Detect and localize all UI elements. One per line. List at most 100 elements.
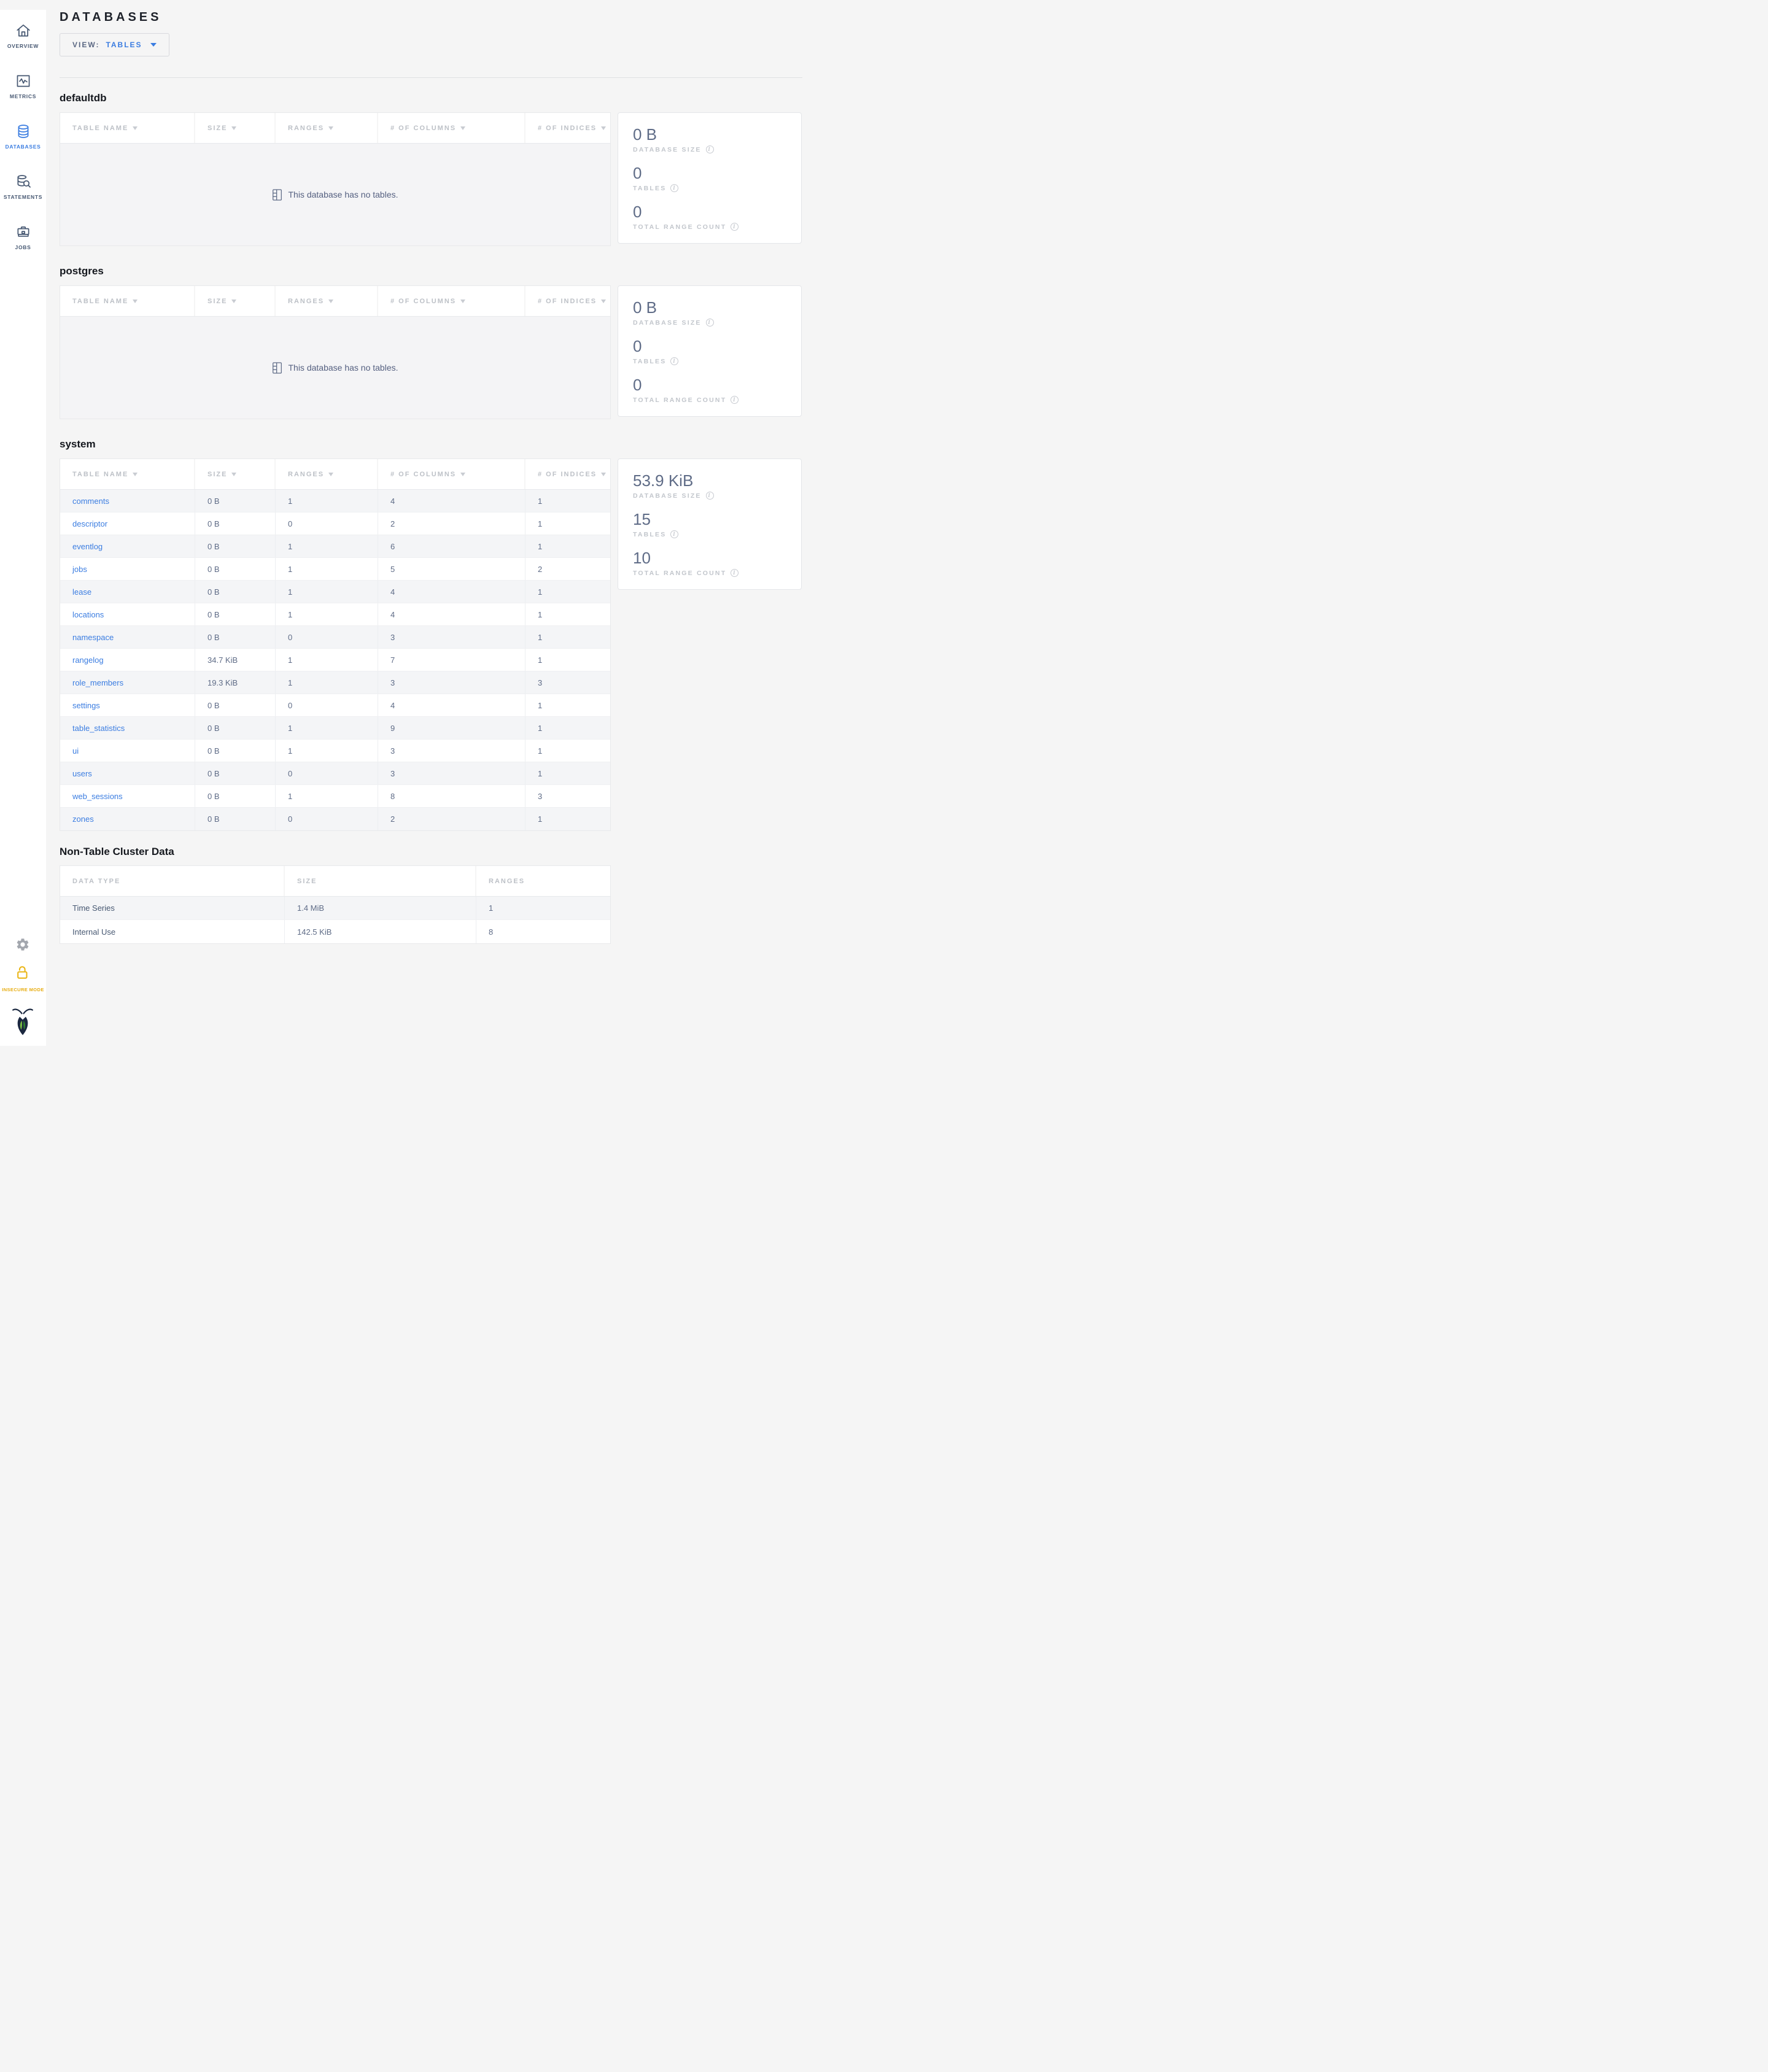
empty-state-text: This database has no tables. — [288, 190, 398, 199]
table-header-row: DATA TYPE SIZE RANGES — [60, 866, 610, 897]
table-name-link[interactable]: ui — [60, 740, 195, 762]
empty-state: This database has no tables. — [60, 317, 610, 419]
table-cell: 0 B — [195, 694, 276, 716]
empty-state: This database has no tables. — [60, 144, 610, 245]
stat-label-text: TOTAL RANGE COUNT — [633, 569, 727, 577]
column-header-label: RANGES — [489, 877, 525, 885]
cockroach-logo[interactable] — [12, 1006, 34, 1040]
info-icon[interactable]: i — [705, 492, 714, 500]
column-header[interactable]: # OF INDICES — [525, 113, 610, 143]
tables-table: TABLE NAME SIZE RANGES # OF COLUMNS # OF IND… — [60, 112, 611, 246]
tables-count-value: 0 — [633, 164, 642, 182]
column-header[interactable]: # OF COLUMNS — [378, 113, 525, 143]
column-header-label: # OF COLUMNS — [390, 470, 457, 478]
column-header[interactable]: TABLE NAME — [60, 113, 195, 143]
column-header[interactable]: SIZE — [195, 459, 276, 489]
column-header[interactable]: # OF COLUMNS — [378, 459, 525, 489]
column-header[interactable]: RANGES — [276, 286, 378, 316]
column-header-label: TABLE NAME — [72, 124, 129, 132]
column-header-label: DATA TYPE — [72, 877, 121, 885]
table-row: zones 0 B02 1 — [60, 808, 610, 830]
databases-icon — [15, 123, 31, 139]
table-name-link[interactable]: eventlog — [60, 535, 195, 557]
column-header[interactable]: # OF INDICES — [525, 286, 610, 316]
info-icon[interactable]: i — [705, 319, 714, 327]
table-name-link[interactable]: role_members — [60, 671, 195, 694]
statements-icon — [15, 173, 31, 190]
info-icon[interactable]: i — [731, 396, 739, 404]
table-cell: 4 — [378, 603, 525, 625]
table-body: comments 0 B 1 4 1 descriptor 0 B 0 2 1 eventlog 0 … — [60, 490, 610, 830]
sidebar-item-label: JOBS — [15, 244, 31, 250]
sidebar-item-statements[interactable]: STATEMENTS — [0, 168, 46, 218]
sidebar-item-metrics[interactable]: METRICS — [0, 68, 46, 118]
table-name-link[interactable]: jobs — [60, 558, 195, 580]
insecure-mode-badge[interactable]: INSECURE MODE — [2, 965, 44, 992]
column-header[interactable]: # OF INDICES — [525, 459, 610, 489]
column-header[interactable]: # OF COLUMNS — [378, 286, 525, 316]
gear-icon[interactable] — [15, 937, 30, 955]
sidebar-item-databases[interactable]: DATABASES — [0, 118, 46, 168]
table-cell: 0 B — [195, 512, 276, 535]
column-header[interactable]: SIZE — [195, 286, 276, 316]
table-cell: 0 B — [195, 490, 276, 512]
database-size-value: 0 B — [633, 125, 657, 144]
table-cell: 1 — [276, 558, 378, 580]
table-name-link[interactable]: descriptor — [60, 512, 195, 535]
info-icon[interactable]: i — [670, 184, 679, 192]
table-row: Time Series 1.4 MiB 1 — [60, 897, 610, 920]
table-name-link[interactable]: namespace — [60, 626, 195, 648]
column-header[interactable]: RANGES — [276, 113, 378, 143]
sort-arrow-icon — [133, 299, 138, 303]
database-size-label: DATABASE SIZE i — [633, 145, 786, 153]
table-name-link[interactable]: comments — [60, 490, 195, 512]
table-cell: 1 — [538, 700, 543, 710]
table-row: namespace 0 B03 1 — [60, 626, 610, 649]
info-icon[interactable]: i — [670, 530, 679, 538]
sidebar-item-jobs[interactable]: JOBS — [0, 218, 46, 269]
sidebar-item-overview[interactable]: OVERVIEW — [0, 17, 46, 68]
column-header[interactable]: RANGES — [276, 459, 378, 489]
database-summary-card: 53.9 KiB DATABASE SIZE i 15 TABLES i 10 — [618, 458, 802, 590]
sort-arrow-icon — [231, 299, 237, 303]
info-icon[interactable]: i — [670, 357, 679, 365]
table-cell: 0 — [276, 512, 378, 535]
table-cell: 0 — [276, 808, 378, 830]
stat-label-text: DATABASE SIZE — [633, 492, 702, 500]
table-name-link[interactable]: table_statistics — [60, 717, 195, 739]
sort-arrow-icon — [328, 126, 334, 130]
table-name-link[interactable]: settings — [60, 694, 195, 716]
column-header: DATA TYPE — [60, 866, 285, 896]
table-name-link[interactable]: lease — [60, 581, 195, 603]
table-cell: 1 — [538, 519, 543, 528]
table-name-link[interactable]: web_sessions — [60, 785, 195, 807]
table-header-row: TABLE NAME SIZE RANGES # OF COLUMNS # OF IND… — [60, 113, 610, 144]
table-name-link[interactable]: zones — [60, 808, 195, 830]
sort-arrow-icon — [133, 472, 138, 476]
column-header[interactable]: TABLE NAME — [60, 286, 195, 316]
table-row: rangelog 34.7 KiB 1 7 1 — [60, 649, 610, 671]
column-header[interactable]: SIZE — [195, 113, 276, 143]
database-name: defaultdb — [60, 92, 107, 104]
table-name-link[interactable]: locations — [60, 603, 195, 625]
view-dropdown[interactable]: VIEW: TABLES — [60, 33, 169, 56]
info-icon[interactable]: i — [731, 223, 739, 231]
column-header-label: SIZE — [207, 297, 228, 305]
info-icon[interactable]: i — [731, 569, 739, 577]
table-cell: Time Series — [60, 897, 285, 919]
sort-arrow-icon — [460, 472, 466, 476]
view-dropdown-value: TABLES — [106, 41, 142, 49]
table-name-link[interactable]: users — [60, 762, 195, 784]
info-icon[interactable]: i — [705, 145, 714, 153]
stat-database-size: 53.9 KiB DATABASE SIZE i — [633, 471, 786, 500]
database-name: postgres — [60, 265, 104, 277]
stat-database-size: 0 B DATABASE SIZE i — [633, 298, 786, 327]
column-header-label: RANGES — [288, 124, 325, 132]
table-row: locations 0 B141 — [60, 603, 610, 626]
table-name-link[interactable]: rangelog — [60, 649, 195, 671]
table-row: descriptor 0 B02 1 — [60, 512, 610, 535]
table-cell: 1 — [538, 768, 543, 778]
column-header[interactable]: TABLE NAME — [60, 459, 195, 489]
stat-label-text: TABLES — [633, 357, 667, 365]
table-cell: 4 — [378, 694, 525, 716]
